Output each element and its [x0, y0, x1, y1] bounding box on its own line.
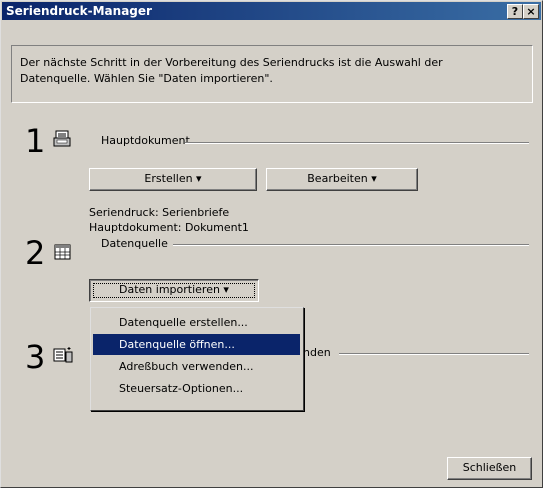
menu-item-use-address-book[interactable]: Adreßbuch verwenden... [93, 356, 300, 377]
merge-type-status: Seriendruck: Serienbriefe [89, 206, 230, 219]
help-button[interactable]: ? [507, 4, 523, 19]
create-button-label: Erstellen ▾ [144, 172, 202, 185]
close-button-label: Schließen [462, 461, 517, 474]
info-text-line2: Datenquelle. Wählen Sie "Daten importier… [20, 72, 273, 85]
mail-merge-dialog: Seriendruck-Manager ? × Der nächste Schr… [0, 0, 543, 488]
create-button[interactable]: Erstellen ▾ [89, 168, 257, 191]
main-document-icon [53, 130, 71, 147]
edit-button-label: Bearbeiten ▾ [307, 172, 377, 185]
step-2-number: 2 [25, 234, 46, 272]
step-1-number: 1 [25, 122, 46, 160]
title-bar[interactable]: Seriendruck-Manager ? × [2, 2, 541, 20]
main-document-status: Hauptdokument: Dokument1 [89, 221, 249, 234]
info-box: Der nächste Schritt in der Vorbereitung … [11, 45, 533, 103]
step-3-divider [339, 353, 529, 355]
step-1-label: Hauptdokument [101, 134, 190, 147]
step-1-divider [185, 142, 529, 144]
close-icon[interactable]: × [523, 4, 539, 19]
info-text-line1: Der nächste Schritt in der Vorbereitung … [20, 56, 443, 69]
close-button[interactable]: Schließen [447, 457, 532, 480]
menu-item-create-data-source[interactable]: Datenquelle erstellen... [93, 312, 300, 333]
step-3-label: nden [303, 346, 331, 359]
import-data-button[interactable]: Daten importieren ▾ [89, 279, 259, 302]
merge-icon [53, 347, 73, 363]
import-data-menu: Datenquelle erstellen... Datenquelle öff… [90, 307, 304, 411]
window-title: Seriendruck-Manager [6, 4, 152, 18]
import-data-button-label: Daten importieren ▾ [119, 283, 229, 296]
step-2-divider [173, 244, 529, 246]
menu-item-open-data-source[interactable]: Datenquelle öffnen... [93, 334, 300, 355]
step-2-label: Datenquelle [101, 237, 168, 250]
data-source-icon [54, 244, 71, 260]
step-3-number: 3 [25, 338, 46, 376]
menu-item-header-options[interactable]: Steuersatz-Optionen... [93, 378, 300, 399]
edit-button[interactable]: Bearbeiten ▾ [266, 168, 418, 191]
